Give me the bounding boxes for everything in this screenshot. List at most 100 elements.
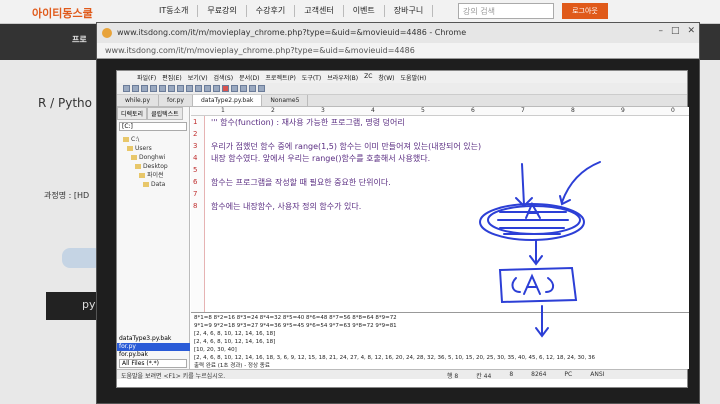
ruler-mark: 7 [521,107,525,114]
site-dark-button[interactable]: py [46,292,100,320]
chrome-icon [102,28,112,38]
line-number: 5 [193,166,198,174]
menu-help[interactable]: 도움말(H) [401,73,427,83]
address-bar[interactable]: www.itsdong.com/it/m/movieplay_chrome.ph… [97,43,699,59]
document-tabs: while.py for.py dataType2.py.bak Noname5 [117,95,687,107]
tab-for[interactable]: for.py [159,95,193,106]
output-line: 8*1=8 8*2=16 8*3=24 8*4=32 8*5=40 8*6=48… [194,315,397,321]
ruler: 1 2 3 4 5 6 7 8 9 0 [191,107,689,116]
file-list: dataType3.py.bak for.py for.py.bak [117,335,190,359]
line-number: 4 [193,154,198,162]
settings-icon[interactable] [240,85,247,92]
run-icon[interactable] [222,85,229,92]
tree-item[interactable]: C:\ [123,135,168,144]
nav-item-reviews[interactable]: 수강후기 [247,5,296,17]
nav-item-support[interactable]: 고객센터 [295,5,344,17]
file-filter-select[interactable]: All Files (*.*) [119,359,187,368]
line-number: 6 [193,178,198,186]
menu-document[interactable]: 문서(D) [239,73,259,83]
output-line: [2, 4, 6, 8, 10, 12, 14, 16, 18, 3, 6, 9… [194,355,595,361]
nav-item-free[interactable]: 무료강의 [198,5,247,17]
line-number: 7 [193,190,198,198]
cut-icon[interactable] [159,85,166,92]
status-indicators: 행 8 칸 44 8 8264 PC ANSI [447,371,604,380]
menu-file[interactable]: 파일(F) [137,73,156,83]
site-header: 아이티동스쿨 IT동소개 무료강의 수강후기 고객센터 이벤트 장바구니 강의 … [0,0,720,24]
tree-item[interactable]: 파이썬 [123,171,168,180]
file-item[interactable]: dataType3.py.bak [117,335,190,343]
tab-cliptext[interactable]: 클립텍스트 [147,107,183,120]
status-help-text: 도움말을 보려면 <F1> 키를 누르십시오. [121,373,226,380]
menu-zc[interactable]: ZC [364,73,372,83]
code-line: 내장 함수였다. 앞에서 우리는 range()함수를 호출해서 사용했다. [211,154,431,163]
nav-item-event[interactable]: 이벤트 [344,5,385,17]
directory-panel: 디렉토리 클립텍스트 [C:] C:\ Users Donghwi Deskto… [117,107,190,369]
line-number: 2 [193,130,198,138]
menu-search[interactable]: 검색(S) [214,73,234,83]
file-item[interactable]: for.py.bak [117,351,190,359]
site-search-input[interactable]: 강의 검색 [458,3,554,19]
save-icon[interactable] [141,85,148,92]
tree-item[interactable]: Data [123,180,168,189]
new-file-icon[interactable] [123,85,130,92]
code-line: ''' 함수(function) : 재사용 가능한 프로그램, 명령 덩어리 [211,118,405,127]
nav-item-intro[interactable]: IT동소개 [150,5,199,17]
tab-datatype2[interactable]: dataType2.py.bak [192,95,263,106]
menu-project[interactable]: 프로젝트(P) [265,73,295,83]
tab-noname5[interactable]: Noname5 [262,95,309,106]
ruler-mark: 5 [421,107,425,114]
folder-tree: C:\ Users Donghwi Desktop 파이썬 Data [123,135,168,189]
status-encoding: ANSI [590,371,605,378]
maximize-icon[interactable]: □ [671,26,680,36]
output-line: [2, 4, 6, 8, 10, 12, 14, 16, 18] [194,339,276,345]
ruler-icon[interactable] [258,85,265,92]
paste-icon[interactable] [177,85,184,92]
replace-icon[interactable] [213,85,220,92]
tree-item[interactable]: Desktop [123,162,168,171]
tree-item[interactable]: Donghwi [123,153,168,162]
site-nav: IT동소개 무료강의 수강후기 고객센터 이벤트 장바구니 [150,5,434,17]
popup-title: www.itsdong.com/it/m/movieplay_chrome.ph… [117,28,467,37]
line-number: 3 [193,142,198,150]
site-logo[interactable]: 아이티동스쿨 [32,5,93,21]
output-line: [10, 20, 30, 40] [194,347,237,353]
output-window[interactable]: 8*1=8 8*2=16 8*3=24 8*4=32 8*5=40 8*6=48… [191,312,689,369]
editplus-editor: 파일(F) 편집(E) 보기(V) 검색(S) 문서(D) 프로젝트(P) 도구… [116,70,689,388]
menu-window[interactable]: 창(W) [378,73,394,83]
minimize-icon[interactable]: – [658,26,663,36]
status-bar: 도움말을 보려면 <F1> 키를 누르십시오. 행 8 칸 44 8 8264 … [117,369,687,380]
code-line: 함수는 프로그램을 작성할 때 필요한 중요한 단위이다. [211,178,391,187]
code-area[interactable]: 1 ''' 함수(function) : 재사용 가능한 프로그램, 명령 덩어… [191,116,689,312]
folder-icon [143,182,149,187]
menu-tools[interactable]: 도구(T) [302,73,321,83]
print-icon[interactable] [150,85,157,92]
undo-icon[interactable] [186,85,193,92]
drive-select[interactable]: [C:] [119,122,187,131]
find-icon[interactable] [204,85,211,92]
nav-item-cart[interactable]: 장바구니 [385,5,434,17]
band-label: 프로 [72,35,87,44]
tab-directory[interactable]: 디렉토리 [117,107,148,120]
status-line: 행 8 [447,373,459,380]
toolbar [117,83,687,95]
browser-icon[interactable] [231,85,238,92]
logout-button[interactable]: 로그아웃 [562,3,608,19]
menu-edit[interactable]: 편집(E) [162,73,182,83]
folder-icon [127,146,133,151]
open-icon[interactable] [132,85,139,92]
ruler-mark: 6 [471,107,475,114]
redo-icon[interactable] [195,85,202,92]
close-icon[interactable]: ✕ [687,26,695,36]
status-lines-total: 8 [509,371,514,378]
word-wrap-icon[interactable] [249,85,256,92]
line-number: 1 [193,118,198,126]
popup-titlebar[interactable]: www.itsdong.com/it/m/movieplay_chrome.ph… [97,23,699,43]
tab-while[interactable]: while.py [117,95,160,106]
menu-view[interactable]: 보기(V) [188,73,208,83]
copy-icon[interactable] [168,85,175,92]
file-item-selected[interactable]: for.py [117,343,190,351]
menu-browser[interactable]: 브라우저(B) [327,73,358,83]
tree-item[interactable]: Users [123,144,168,153]
line-number: 8 [193,202,198,210]
page-heading: R / Pytho [38,96,92,110]
